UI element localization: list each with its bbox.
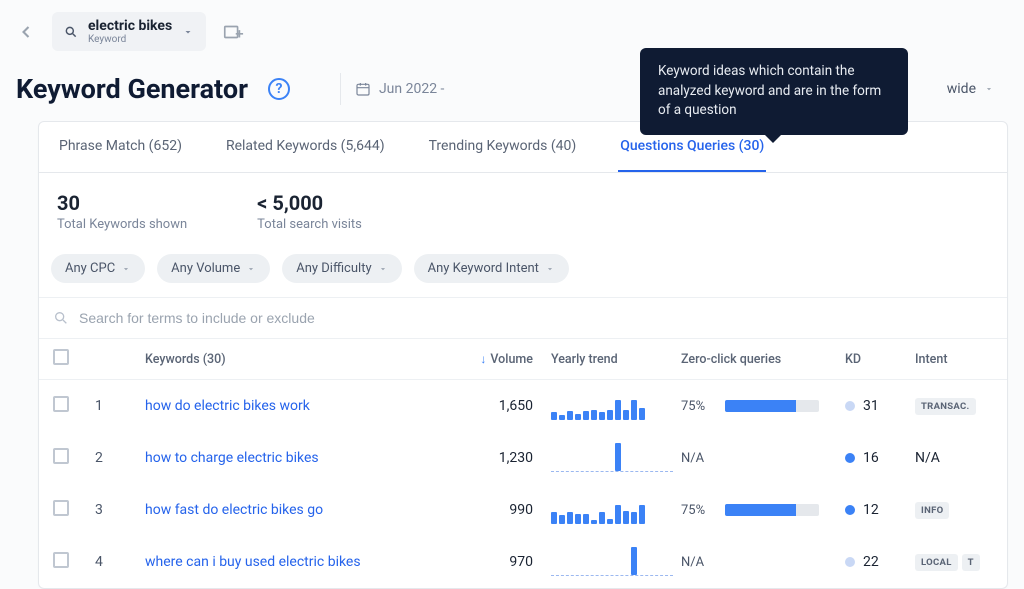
intent-value: N/A (915, 450, 993, 466)
yearly-trend-sparkline (551, 392, 673, 420)
zcq-cell: N/A (681, 555, 845, 570)
row-checkbox[interactable] (53, 500, 69, 516)
volume-value: 990 (433, 502, 533, 518)
row-index: 1 (95, 398, 145, 414)
volume-value: 1,650 (433, 398, 533, 414)
zcq-percent: N/A (681, 555, 715, 570)
intent-badge: INFO (915, 502, 949, 519)
kd-dot (845, 505, 855, 515)
filter-pill-0[interactable]: Any CPC (51, 254, 145, 283)
help-icon[interactable]: ? (268, 78, 290, 100)
keyword-chip[interactable]: electric bikes Keyword (52, 12, 206, 51)
kd-value: 22 (863, 554, 879, 570)
country-label: wide (947, 81, 976, 97)
date-range-label: Jun 2022 - (379, 81, 444, 97)
back-arrow-icon[interactable] (16, 22, 36, 42)
results-card: Phrase Match (652) Related Keywords (5,64… (38, 121, 1008, 589)
kd-cell: 16 (845, 450, 915, 466)
kd-value: 12 (863, 502, 879, 518)
filter-pill-3[interactable]: Any Keyword Intent (414, 254, 569, 283)
col-trend[interactable]: Yearly trend (533, 352, 673, 367)
col-kd[interactable]: KD (845, 352, 915, 367)
filter-pill-2[interactable]: Any Difficulty (282, 254, 401, 283)
total-keywords-label: Total Keywords shown (57, 217, 187, 232)
tab-1[interactable]: Related Keywords (5,644) (224, 122, 387, 172)
kd-dot (845, 557, 855, 567)
table-header: Keywords (30) ↓Volume Yearly trend Zero-… (39, 339, 1007, 380)
total-visits-label: Total search visits (257, 217, 362, 232)
keyword-link[interactable]: how fast do electric bikes go (145, 502, 323, 518)
total-keywords-value: 30 (57, 191, 187, 215)
tab-2[interactable]: Trending Keywords (40) (427, 122, 579, 172)
intent-badge: LOCAL (915, 554, 958, 571)
row-checkbox[interactable] (53, 396, 69, 412)
select-all-checkbox[interactable] (53, 349, 69, 365)
col-keywords[interactable]: Keywords (30) (145, 352, 433, 367)
yearly-trend-sparkline (551, 496, 673, 524)
tooltip-text: Keyword ideas which contain the analyzed… (658, 63, 881, 118)
keyword-value: electric bikes (88, 18, 172, 34)
table-search-row (39, 298, 1007, 339)
chevron-down-icon (378, 264, 388, 274)
calendar-icon (355, 81, 371, 97)
kd-dot (845, 453, 855, 463)
zcq-bar (725, 504, 819, 516)
tooltip: Keyword ideas which contain the analyzed… (640, 48, 908, 135)
zcq-cell: N/A (681, 451, 845, 466)
kd-value: 16 (863, 450, 879, 466)
volume-value: 1,230 (433, 450, 533, 466)
table-row: 2how to charge electric bikes 1,230 N/A 16 N… (39, 432, 1007, 484)
row-checkbox[interactable] (53, 552, 69, 568)
sort-desc-icon: ↓ (480, 352, 486, 366)
total-visits-value: < 5,000 (257, 191, 362, 215)
search-icon (64, 25, 78, 39)
filters-row: Any CPC Any Volume Any Difficulty Any Keywo… (39, 254, 1007, 298)
zcq-percent: 75% (681, 399, 715, 414)
table-row: 4where can i buy used electric bikes 970 N… (39, 536, 1007, 588)
zcq-percent: N/A (681, 451, 715, 466)
row-index: 3 (95, 502, 145, 518)
chevron-down-icon (545, 264, 555, 274)
zcq-bar (725, 400, 819, 412)
page-title: Keyword Generator (16, 73, 248, 105)
chevron-down-icon (121, 264, 131, 274)
keyword-type: Keyword (88, 34, 172, 45)
col-volume[interactable]: ↓Volume (433, 352, 533, 367)
volume-value: 970 (433, 554, 533, 570)
col-zcq[interactable]: Zero-click queries (673, 352, 845, 367)
zcq-cell: 75% (681, 503, 845, 518)
stats-row: 30 Total Keywords shown < 5,000 Total se… (39, 173, 1007, 254)
country-picker[interactable]: wide (933, 73, 1008, 105)
date-range-picker[interactable]: Jun 2022 - (340, 73, 458, 105)
yearly-trend-sparkline (551, 548, 673, 576)
tab-0[interactable]: Phrase Match (652) (57, 122, 184, 172)
kd-dot (845, 401, 855, 411)
row-checkbox[interactable] (53, 448, 69, 464)
yearly-trend-sparkline (551, 444, 673, 472)
zcq-percent: 75% (681, 503, 715, 518)
chevron-down-icon (182, 26, 194, 38)
chevron-down-icon (246, 264, 256, 274)
row-index: 4 (95, 554, 145, 570)
kd-cell: 22 (845, 554, 915, 570)
keyword-link[interactable]: how do electric bikes work (145, 398, 310, 414)
row-index: 2 (95, 450, 145, 466)
intent-badge: T (962, 554, 980, 571)
col-intent[interactable]: Intent (915, 352, 993, 367)
search-icon (53, 310, 69, 326)
filter-pill-1[interactable]: Any Volume (157, 254, 270, 283)
kd-cell: 31 (845, 398, 915, 414)
keyword-link[interactable]: how to charge electric bikes (145, 450, 319, 466)
save-list-icon[interactable] (222, 21, 244, 43)
zcq-cell: 75% (681, 399, 845, 414)
kd-cell: 12 (845, 502, 915, 518)
chevron-down-icon (984, 84, 994, 94)
kd-value: 31 (863, 398, 879, 414)
intent-badge: TRANSAC. (915, 398, 976, 415)
keyword-link[interactable]: where can i buy used electric bikes (145, 554, 361, 570)
table-search-input[interactable] (79, 310, 993, 326)
table-row: 3how fast do electric bikes go 990 75% 12 IN… (39, 484, 1007, 536)
table-row: 1how do electric bikes work 1,650 75% 31 TRA… (39, 380, 1007, 432)
